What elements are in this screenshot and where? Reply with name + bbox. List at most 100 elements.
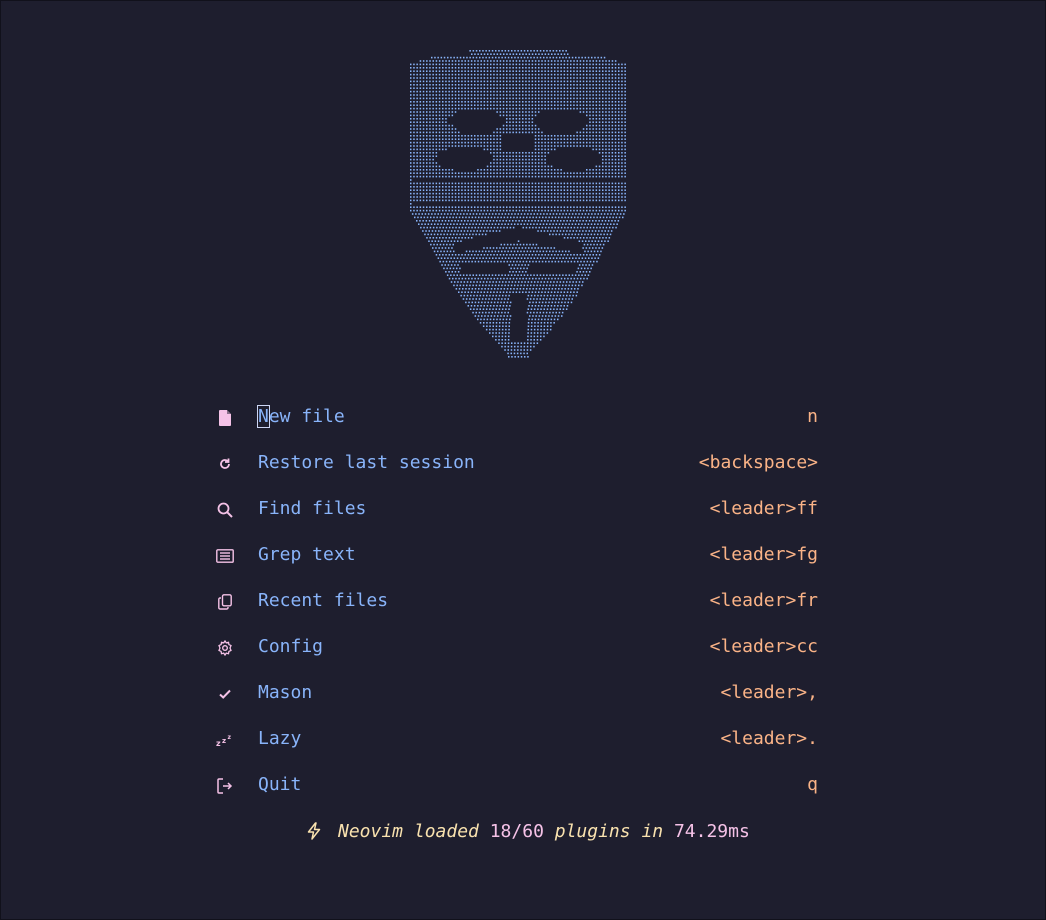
logo-dot xyxy=(458,172,460,174)
logo-dot xyxy=(621,138,623,140)
logo-dot xyxy=(624,80,626,83)
menu-item-new-file[interactable]: New file n xyxy=(214,402,818,448)
logo-dot xyxy=(528,226,531,229)
logo-dot xyxy=(438,124,441,127)
logo-dot xyxy=(550,87,553,89)
logo-dot xyxy=(437,56,439,59)
logo-dot xyxy=(586,226,588,229)
logo-dot xyxy=(445,118,447,120)
logo-dot xyxy=(520,352,522,355)
logo-dot xyxy=(508,332,510,334)
logo-dot xyxy=(512,254,514,256)
logo-dot xyxy=(568,298,570,300)
logo-dot xyxy=(438,104,441,106)
logo-dot xyxy=(602,114,604,117)
logo-dot xyxy=(573,104,575,106)
logo-dot xyxy=(506,67,508,69)
logo-dot xyxy=(490,206,492,208)
logo-dot xyxy=(575,281,578,283)
logo-dot xyxy=(520,250,522,253)
logo-dot xyxy=(624,145,626,147)
logo-dot xyxy=(498,342,500,344)
logo-dot xyxy=(541,155,543,157)
logo-dot xyxy=(522,53,524,55)
logo-dot xyxy=(442,226,444,229)
logo-dot xyxy=(582,196,585,198)
logo-dot xyxy=(490,84,492,86)
logo-dot xyxy=(493,73,495,76)
logo-dot xyxy=(429,67,431,69)
logo-dot xyxy=(518,73,521,76)
logo-dot xyxy=(435,172,438,174)
logo-dot xyxy=(477,318,479,321)
logo-dot xyxy=(624,175,626,178)
logo-dot xyxy=(480,318,482,321)
logo-dot xyxy=(589,186,591,188)
logo-dot xyxy=(515,111,518,113)
logo-dot xyxy=(505,318,508,321)
menu-item-restore-session[interactable]: Restore last session <backspace> xyxy=(214,448,818,494)
logo-dot xyxy=(528,131,530,134)
menu-item-lazy[interactable]: zzz Lazy <leader>. xyxy=(214,724,818,770)
logo-dot xyxy=(467,220,469,222)
logo-dot xyxy=(579,209,582,212)
menu-item-recent-files[interactable]: Recent files <leader>fr xyxy=(214,586,818,632)
logo-dot xyxy=(458,97,460,100)
logo-dot xyxy=(535,277,537,280)
logo-dot xyxy=(573,260,576,263)
logo-dot xyxy=(426,77,428,79)
logo-dot xyxy=(611,124,614,127)
logo-dot xyxy=(530,281,533,283)
logo-dot xyxy=(432,145,434,147)
logo-dot xyxy=(453,223,455,225)
logo-dot xyxy=(444,264,446,266)
logo-dot xyxy=(541,77,543,79)
logo-dot xyxy=(552,50,555,52)
logo-dot xyxy=(562,281,565,283)
logo-dot xyxy=(512,94,514,96)
logo-dot xyxy=(518,104,521,106)
logo-dot xyxy=(481,288,483,290)
logo-dot xyxy=(515,128,518,130)
logo-dot xyxy=(549,284,551,287)
menu-item-quit[interactable]: Quit q xyxy=(214,770,818,816)
logo-dot xyxy=(519,216,522,219)
logo-dot xyxy=(598,124,601,127)
logo-dot xyxy=(621,141,623,144)
logo-dot xyxy=(468,301,470,304)
logo-dot xyxy=(608,107,610,110)
menu-item-find-files[interactable]: Find files <leader>ff xyxy=(214,494,818,540)
logo-dot xyxy=(474,67,476,69)
menu-item-config[interactable]: Config <leader>cc xyxy=(214,632,818,678)
logo-dot xyxy=(557,141,559,144)
menu-item-grep-text[interactable]: Grep text <leader>fg xyxy=(214,540,818,586)
logo-dot xyxy=(505,308,507,310)
logo-dot xyxy=(595,73,598,76)
logo-dot xyxy=(454,135,457,137)
logo-dot xyxy=(532,216,534,219)
logo-dot xyxy=(490,196,492,198)
logo-dot xyxy=(451,97,454,100)
logo-dot xyxy=(598,199,601,202)
logo-dot xyxy=(543,50,545,52)
logo-dot xyxy=(547,70,550,72)
logo-dot xyxy=(470,209,473,212)
logo-dot xyxy=(493,141,495,144)
logo-dot xyxy=(621,67,623,69)
logo-dot xyxy=(589,145,591,147)
logo-dot xyxy=(582,135,585,137)
logo-dot xyxy=(553,322,555,324)
logo-dot xyxy=(413,135,415,137)
logo-dot xyxy=(560,305,562,307)
logo-dot xyxy=(515,172,518,174)
logo-dot xyxy=(589,226,592,229)
menu-item-mason[interactable]: Mason <leader>, xyxy=(214,678,818,724)
logo-dot xyxy=(544,141,546,144)
logo-dot xyxy=(480,254,482,256)
logo-dot xyxy=(485,56,487,59)
logo-dot xyxy=(493,148,495,151)
logo-dot xyxy=(474,277,476,280)
logo-dot xyxy=(595,192,598,195)
logo-dot xyxy=(523,284,526,287)
logo-dot xyxy=(608,148,610,151)
